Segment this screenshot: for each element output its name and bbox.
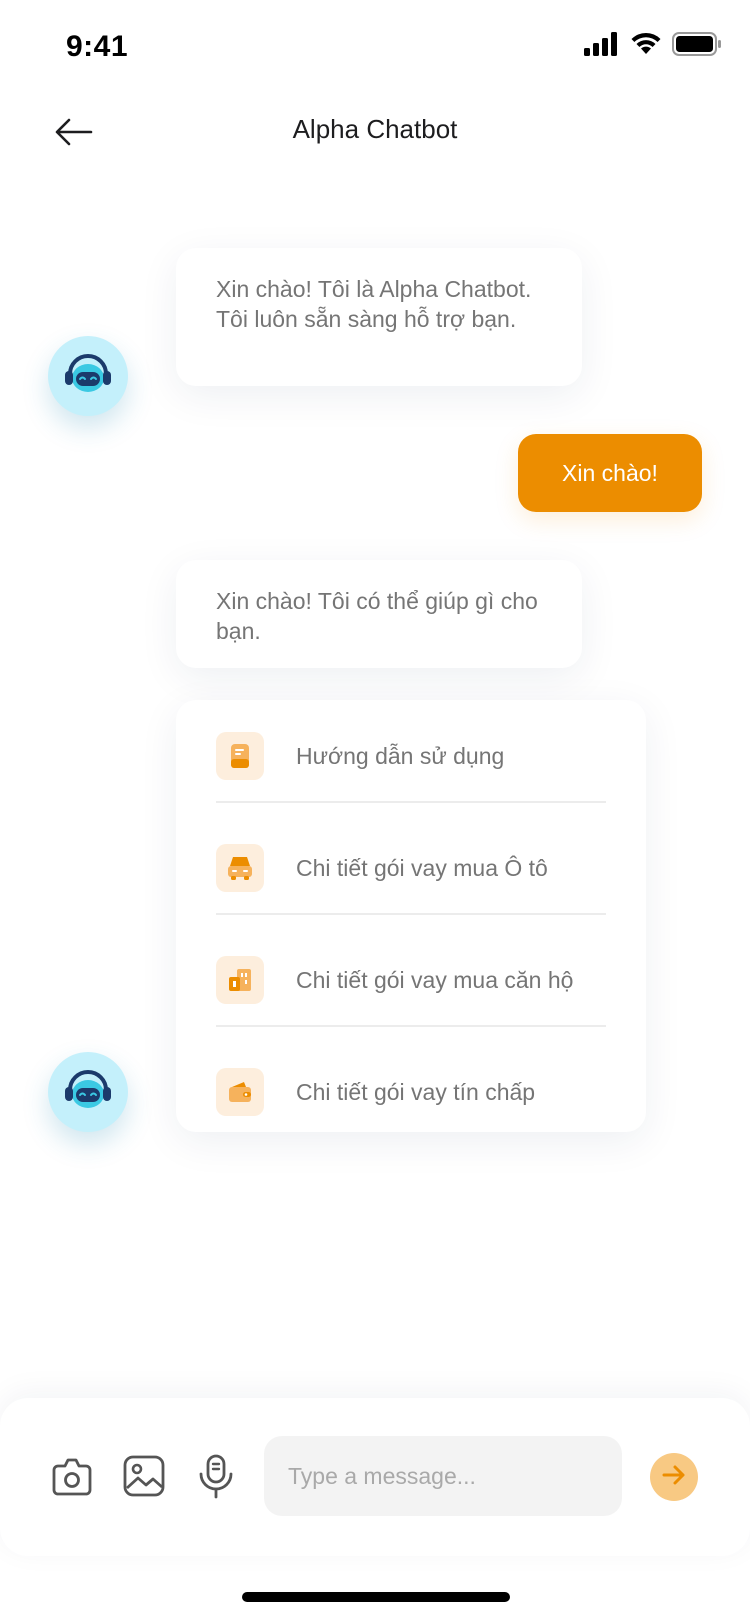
divider: [216, 1025, 606, 1027]
bot-message-bubble: Xin chào! Tôi là Alpha Chatbot. Tôi luôn…: [176, 248, 582, 386]
home-indicator[interactable]: [242, 1592, 510, 1602]
option-label: Hướng dẫn sử dụng: [296, 742, 505, 769]
user-message-bubble: Xin chào!: [518, 434, 702, 512]
option-usage-guide[interactable]: Hướng dẫn sử dụng: [216, 700, 606, 812]
status-bar: 9:41: [0, 0, 750, 96]
bot-avatar: [48, 1052, 128, 1132]
bot-message-text: Xin chào! Tôi là Alpha Chatbot. Tôi luôn…: [216, 276, 532, 332]
wifi-icon: [630, 32, 662, 61]
status-time: 9:41: [66, 30, 129, 63]
image-button[interactable]: [120, 1454, 168, 1502]
option-apartment-loan[interactable]: Chi tiết gói vay mua căn hộ: [216, 924, 606, 1036]
camera-button[interactable]: [48, 1454, 96, 1502]
quick-options-card: Hướng dẫn sử dụng Chi tiết gói vay mua Ô…: [176, 700, 646, 1132]
option-label: Chi tiết gói vay mua căn hộ: [296, 966, 574, 993]
page-title: Alpha Chatbot: [292, 114, 458, 144]
building-icon: [216, 956, 264, 1004]
header: Alpha Chatbot: [0, 96, 750, 186]
robot-icon: [58, 1060, 118, 1125]
divider: [216, 913, 606, 915]
car-icon: [216, 844, 264, 892]
camera-icon: [50, 1454, 94, 1503]
microphone-icon: [194, 1453, 238, 1504]
message-composer: [0, 1398, 750, 1556]
user-message-text: Xin chào!: [562, 459, 658, 486]
robot-icon: [58, 344, 118, 409]
image-icon: [122, 1454, 166, 1503]
send-button[interactable]: [650, 1453, 698, 1501]
status-icons: [584, 32, 722, 61]
bot-avatar: [48, 336, 128, 416]
divider: [216, 801, 606, 803]
option-label: Chi tiết gói vay tín chấp: [296, 1078, 536, 1105]
option-car-loan[interactable]: Chi tiết gói vay mua Ô tô: [216, 812, 606, 924]
bot-message-bubble: Xin chào! Tôi có thể giúp gì cho bạn.: [176, 560, 582, 668]
bot-message-text: Xin chào! Tôi có thể giúp gì cho bạn.: [216, 588, 538, 644]
option-unsecured-loan[interactable]: Chi tiết gói vay tín chấp: [216, 1036, 606, 1148]
arrow-right-icon: [661, 1464, 687, 1491]
microphone-button[interactable]: [192, 1454, 240, 1502]
message-input[interactable]: [264, 1436, 622, 1516]
option-label: Chi tiết gói vay mua Ô tô: [296, 854, 548, 881]
battery-icon: [672, 32, 722, 61]
document-icon: [216, 732, 264, 780]
wallet-icon: [216, 1068, 264, 1116]
cellular-signal-icon: [584, 32, 620, 61]
